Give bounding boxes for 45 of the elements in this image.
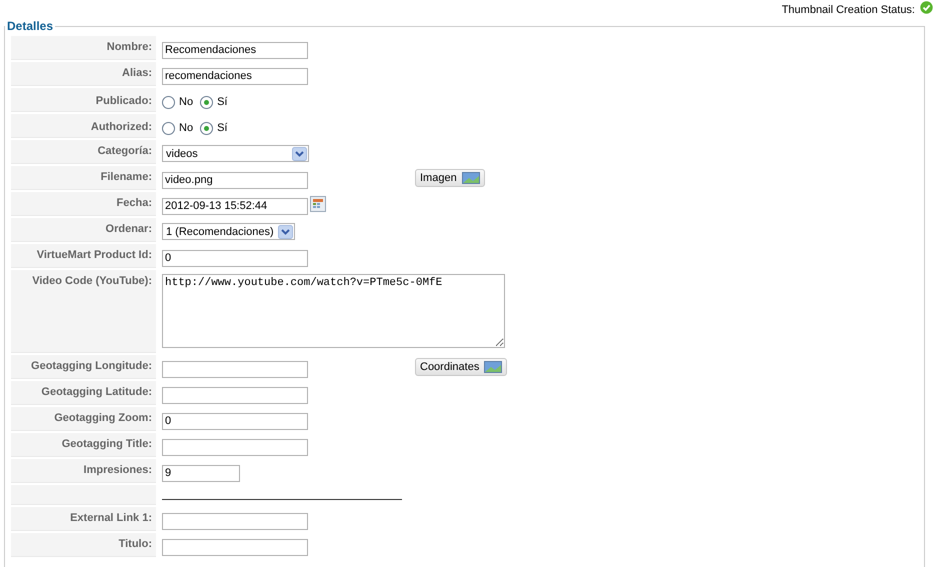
chevron-down-icon xyxy=(292,146,307,160)
image-icon xyxy=(484,361,502,373)
text-area[interactable]: http://www.youtube.com/watch?v=PTme5c-0MfE xyxy=(162,274,505,348)
field-label: Titulo: xyxy=(11,533,156,557)
text-field[interactable] xyxy=(162,386,308,404)
section-title: Detalles xyxy=(6,19,54,33)
radio-option[interactable]: No xyxy=(162,122,194,134)
image-button[interactable]: Coordinates xyxy=(415,358,508,376)
field-label: Publicado: xyxy=(11,88,156,112)
field-label: VirtueMart Product Id: xyxy=(11,244,156,268)
radio-option[interactable]: No xyxy=(162,96,194,108)
text-field[interactable]: Recomendaciones xyxy=(162,42,308,58)
text-field[interactable]: recomendaciones xyxy=(162,68,308,84)
field-label: Categoría: xyxy=(11,140,156,164)
field-label: External Link 1: xyxy=(11,507,156,531)
field-label: Authorized: xyxy=(11,114,156,138)
field-label: Impresiones: xyxy=(11,459,156,483)
dropdown[interactable]: videos xyxy=(162,145,309,162)
text-field[interactable]: 0 xyxy=(162,412,308,430)
text-field[interactable]: video.png xyxy=(162,172,308,188)
field-label: Alias: xyxy=(11,62,156,86)
status-label: Thumbnail Creation Status: xyxy=(782,4,915,16)
field-label: Geotagging Zoom: xyxy=(11,407,156,431)
text-field[interactable] xyxy=(162,360,308,378)
text-field[interactable]: 0 xyxy=(162,250,308,266)
field-label: Nombre: xyxy=(11,36,156,60)
field-label: Filename: xyxy=(11,166,156,190)
dropdown[interactable]: 1 (Recomendaciones) xyxy=(162,223,295,240)
calendar-icon[interactable] xyxy=(310,196,326,212)
field-label: Geotagging Title: xyxy=(11,433,156,457)
field-label: Geotagging Latitude: xyxy=(11,381,156,405)
field-label: Video Code (YouTube): xyxy=(11,270,156,353)
text-field[interactable]: 2012-09-13 15:52:44 xyxy=(162,198,308,214)
image-button[interactable]: Imagen xyxy=(415,169,485,187)
radio-option[interactable]: Sí xyxy=(200,122,228,134)
field-label: Ordenar: xyxy=(11,218,156,242)
text-field[interactable] xyxy=(162,438,308,456)
chevron-down-icon xyxy=(278,224,293,238)
image-icon xyxy=(462,172,480,184)
field-label: Geotagging Longitude: xyxy=(11,355,156,379)
field-label: Fecha: xyxy=(11,192,156,216)
text-field[interactable] xyxy=(162,538,308,556)
text-field[interactable] xyxy=(162,512,308,530)
radio-option[interactable]: Sí xyxy=(200,96,228,108)
text-field[interactable]: 9 xyxy=(162,464,240,482)
